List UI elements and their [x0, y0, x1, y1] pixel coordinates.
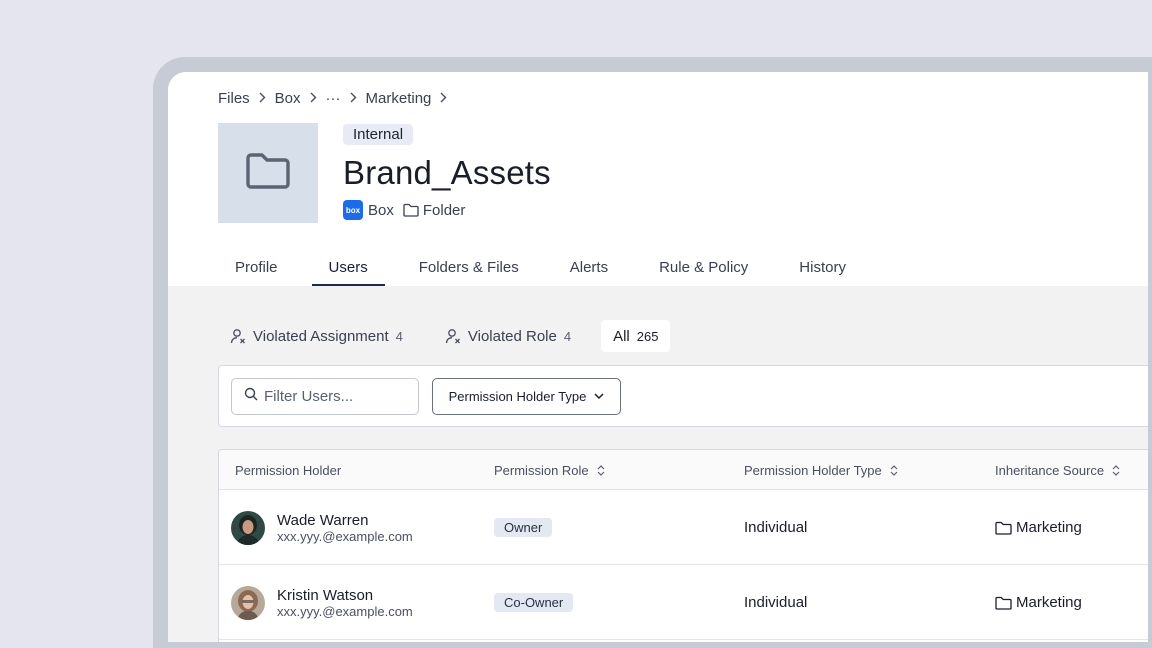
holder-type: Individual	[744, 594, 808, 611]
holder-name[interactable]: Wade Warren	[277, 512, 413, 529]
permission-role-cell: Owner	[494, 490, 553, 565]
tab-alerts[interactable]: Alerts	[553, 252, 625, 286]
chevron-right-icon	[310, 91, 317, 106]
chevron-right-icon	[440, 91, 447, 106]
page-title: Brand_Assets	[343, 154, 551, 191]
app-window: Files Box ··· Marketing Internal Brand_A…	[168, 72, 1148, 642]
users-table: Permission Holder Permission Role Permis…	[218, 449, 1148, 642]
column-label: Permission Holder	[235, 462, 342, 478]
chip-count: 4	[395, 328, 403, 344]
source-name: Marketing	[1016, 594, 1082, 611]
filter-chips: Violated Assignment 4 Violated Role 4 Al…	[218, 320, 688, 352]
asset-meta: box Box Folder	[343, 200, 465, 220]
classification-badge: Internal	[343, 124, 414, 145]
filter-all[interactable]: All 265	[601, 320, 671, 352]
avatar	[231, 585, 265, 620]
filter-violated-role[interactable]: Violated Role 4	[433, 320, 583, 352]
role-badge: Owner	[494, 518, 553, 537]
folder-icon	[244, 151, 292, 196]
filter-violated-assignment[interactable]: Violated Assignment 4	[218, 320, 415, 352]
source-label: Box	[368, 201, 394, 219]
chip-count: 265	[636, 328, 659, 344]
column-header-permission-role[interactable]: Permission Role	[494, 450, 605, 490]
permission-holder-cell: Kristin Watson xxx.yyy.@example.com	[231, 565, 413, 640]
breadcrumb-item-ellipsis[interactable]: ···	[326, 90, 341, 107]
column-header-inheritance-source[interactable]: Inheritance Source	[995, 450, 1120, 490]
person-info: Kristin Watson xxx.yyy.@example.com	[277, 587, 413, 619]
permission-role-cell: Co-Owner	[494, 565, 574, 640]
role-badge: Co-Owner	[494, 593, 574, 612]
inheritance-source-link[interactable]: Marketing	[995, 594, 1082, 611]
tab-bar: Profile Users Folders & Files Alerts Rul…	[168, 252, 880, 286]
tab-rule-policy[interactable]: Rule & Policy	[642, 252, 765, 286]
sort-icon[interactable]	[890, 464, 898, 476]
holder-type-cell: Individual	[744, 490, 807, 565]
folder-icon	[995, 596, 1012, 610]
search-input[interactable]	[264, 388, 414, 405]
source-name: Marketing	[1016, 519, 1082, 536]
chip-label: All	[613, 327, 630, 345]
table-toolbar: Permission Holder Type	[218, 365, 1148, 427]
avatar	[231, 510, 265, 545]
permission-holder-cell: Wade Warren xxx.yyy.@example.com	[231, 490, 413, 565]
column-label: Permission Holder Type	[744, 462, 882, 478]
breadcrumb-item-box[interactable]: Box	[275, 90, 301, 107]
inheritance-source-link[interactable]: Marketing	[995, 519, 1082, 536]
column-header-permission-holder-type[interactable]: Permission Holder Type	[744, 450, 898, 490]
chevron-down-icon	[594, 393, 604, 400]
column-header-permission-holder[interactable]: Permission Holder	[235, 450, 341, 490]
tab-history[interactable]: History	[782, 252, 863, 286]
inheritance-source-cell: Marketing	[995, 565, 1082, 640]
chip-label: Violated Role	[467, 327, 557, 345]
table-header: Permission Holder Permission Role Permis…	[219, 450, 1148, 490]
kind-label: Folder	[422, 201, 466, 219]
dropdown-label: Permission Holder Type	[448, 389, 587, 404]
chevron-right-icon	[350, 91, 357, 106]
asset-thumbnail	[218, 123, 318, 223]
breadcrumb: Files Box ··· Marketing	[218, 89, 456, 107]
chip-count: 4	[563, 328, 572, 344]
user-x-icon	[445, 328, 462, 345]
tab-folders-files[interactable]: Folders & Files	[402, 252, 536, 286]
breadcrumb-item-files[interactable]: Files	[218, 90, 250, 107]
permission-holder-type-dropdown[interactable]: Permission Holder Type	[432, 378, 621, 415]
search-box	[231, 378, 419, 415]
table-row[interactable]: Wade Warren xxx.yyy.@example.com Owner I…	[219, 490, 1148, 565]
users-panel: Violated Assignment 4 Violated Role 4 Al…	[168, 286, 1148, 642]
search-icon	[244, 387, 258, 406]
box-logo-icon: box	[343, 200, 363, 220]
sort-icon[interactable]	[1112, 464, 1120, 476]
header-section: Files Box ··· Marketing Internal Brand_A…	[168, 72, 1148, 286]
sort-icon[interactable]	[597, 464, 605, 476]
holder-type: Individual	[744, 519, 808, 536]
holder-email: xxx.yyy.@example.com	[277, 603, 413, 619]
user-x-icon	[230, 328, 247, 345]
holder-type-cell: Individual	[744, 565, 807, 640]
holder-email: xxx.yyy.@example.com	[277, 528, 413, 544]
folder-icon	[995, 521, 1012, 535]
folder-icon	[403, 203, 419, 217]
tab-profile[interactable]: Profile	[218, 252, 295, 286]
chevron-right-icon	[259, 91, 266, 106]
table-row[interactable]: Kristin Watson xxx.yyy.@example.com Co-O…	[219, 565, 1148, 640]
column-label: Inheritance Source	[995, 462, 1105, 478]
chip-label: Violated Assignment	[253, 327, 389, 345]
tab-users[interactable]: Users	[311, 252, 385, 286]
breadcrumb-item-marketing[interactable]: Marketing	[366, 90, 432, 107]
holder-name[interactable]: Kristin Watson	[277, 587, 413, 604]
person-info: Wade Warren xxx.yyy.@example.com	[277, 512, 413, 544]
column-label: Permission Role	[494, 462, 589, 478]
inheritance-source-cell: Marketing	[995, 490, 1082, 565]
